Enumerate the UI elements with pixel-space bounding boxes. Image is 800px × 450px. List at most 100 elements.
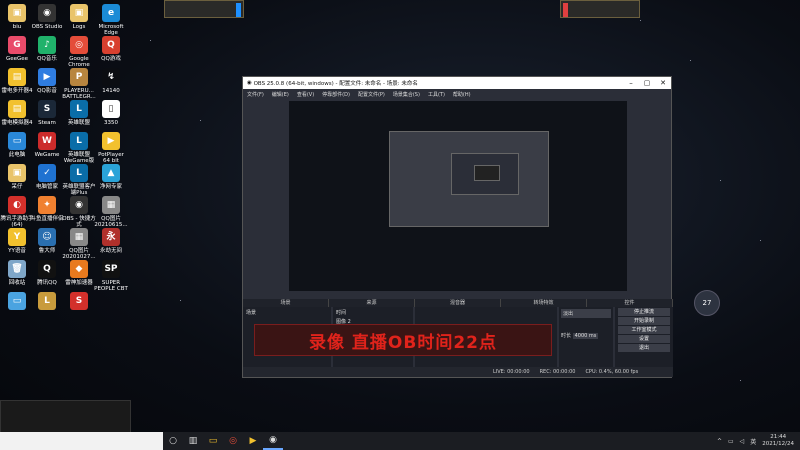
desktop-icon[interactable]: L 英雄联盟客户端Plus — [62, 164, 96, 196]
app-icon: Q — [102, 36, 120, 54]
volume-icon[interactable]: ◁ — [740, 438, 745, 445]
app-icon: S — [70, 292, 88, 310]
app-icon: Y — [8, 228, 26, 246]
desktop-icon[interactable]: ↯ 14140 — [94, 68, 128, 94]
desktop-icon[interactable]: 🗑 回收站 — [0, 260, 34, 286]
desktop-icon[interactable]: Y YY语音 — [0, 228, 34, 254]
desktop-icon[interactable]: ▣ 呆仔 — [0, 164, 34, 190]
desktop-icon[interactable]: ◐ 腾讯手游助手(64) — [0, 196, 34, 228]
dock-titles: 场景 来源 混音器 转场特效 控件 — [243, 299, 673, 307]
settings-button[interactable]: 设置 — [618, 335, 670, 343]
speed-widget[interactable]: 27 — [694, 290, 720, 316]
desktop-icon[interactable]: W WeGame — [30, 132, 64, 158]
desktop-icon[interactable]: ◎ Google Chrome — [62, 36, 96, 68]
desktop-icon[interactable]: S Steam — [30, 100, 64, 126]
desktop-icon-label: Google Chrome — [68, 56, 90, 68]
network-icon[interactable]: ▭ — [728, 438, 734, 445]
potplayer-icon[interactable]: ▶ — [243, 432, 263, 450]
desktop-icon[interactable]: e Microsoft Edge — [94, 4, 128, 36]
maximize-icon[interactable]: ▢ — [639, 79, 655, 87]
exit-button[interactable]: 退出 — [618, 344, 670, 352]
close-icon[interactable]: ✕ — [655, 79, 671, 87]
obs-preview[interactable] — [289, 101, 627, 291]
taskbar-app-1[interactable]: ▥ — [183, 432, 203, 450]
menu-item[interactable]: 编辑(E) — [272, 91, 289, 98]
app-icon: ↯ — [102, 68, 120, 86]
app-icon: ☺ — [38, 228, 56, 246]
clock[interactable]: 21:44 2021/12/24 — [762, 434, 794, 448]
desktop-icon[interactable]: ▦ QQ图片 20210615... — [94, 196, 128, 228]
desktop-icon[interactable]: ▭ — [0, 292, 34, 312]
ime-icon[interactable]: 英 — [750, 437, 756, 446]
desktop-icon[interactable]: ▤ 雷电多开器4 — [0, 68, 34, 94]
task-view-icon[interactable]: ○ — [163, 432, 183, 450]
obs-taskbar-icon[interactable]: ◉ — [263, 432, 283, 450]
desktop-icon[interactable]: L 英雄联盟 — [62, 100, 96, 126]
app-icon: ▶ — [38, 68, 56, 86]
nested-preview-3 — [474, 165, 500, 181]
file-explorer-icon[interactable]: ▭ — [203, 432, 223, 450]
desktop-icon[interactable]: ▯ 3350 — [94, 100, 128, 126]
app-icon: ✦ — [38, 196, 56, 214]
desktop-icon[interactable]: ✦ 斗鱼直播伴侣 — [30, 196, 64, 222]
tray-chevron-icon[interactable]: ^ — [717, 438, 722, 445]
app-icon: SP — [102, 260, 120, 278]
desktop-icon[interactable]: ▤ 雷电模拟器4 — [0, 100, 34, 126]
source-item-time[interactable]: 时间 — [333, 307, 413, 318]
hud-bar-left — [164, 0, 244, 18]
obs-titlebar[interactable]: ◉ OBS 25.0.8 (64-bit, windows) - 配置文件: 未… — [243, 77, 671, 89]
start-recording-button[interactable]: 开始录制 — [618, 317, 670, 325]
desktop-icon[interactable]: Q 腾讯QQ — [30, 260, 64, 286]
app-icon: e — [102, 4, 120, 22]
minimize-icon[interactable]: – — [623, 79, 639, 87]
menu-item[interactable]: 文件(F) — [247, 91, 264, 98]
app-icon: ▲ — [102, 164, 120, 182]
desktop-icon[interactable]: ▶ PotPlayer 64 bit — [94, 132, 128, 164]
desktop-icon-label: 英雄联盟 — [67, 120, 90, 126]
menu-item[interactable]: 配置文件(P) — [358, 91, 385, 98]
desktop-icon[interactable]: ◉ OBS Studio — [30, 4, 64, 30]
desktop-icon[interactable]: S — [62, 292, 96, 312]
menu-item[interactable]: 帮助(H) — [453, 91, 471, 98]
desktop-icon-label: 14140 — [102, 88, 120, 94]
desktop-icon[interactable]: ◆ 雷神加速器 — [62, 260, 96, 286]
transitions-dock[interactable]: 淡出 时长 4000 ms — [559, 307, 613, 369]
desktop-icon[interactable]: 永永劫无间 — [94, 228, 128, 254]
chrome-icon[interactable]: ◎ — [223, 432, 243, 450]
menu-item[interactable]: 场景集合(S) — [393, 91, 420, 98]
app-icon: 🗑 — [8, 260, 26, 278]
desktop-icon[interactable]: ▣ Logs — [62, 4, 96, 30]
desktop-icon[interactable]: SP SUPER PEOPLE CBT — [94, 260, 128, 292]
clock-time: 21:44 — [770, 434, 787, 440]
duration-value[interactable]: 4000 ms — [572, 333, 599, 339]
menu-item[interactable]: 查看(V) — [297, 91, 314, 98]
desktop-icon[interactable]: Q QQ游戏 — [94, 36, 128, 62]
desktop-icon[interactable]: G GeeGee — [0, 36, 34, 62]
desktop-icon[interactable]: ▲ 净网专家 — [94, 164, 128, 190]
desktop-icon[interactable]: P PLAYERU... BATTLEGR... — [62, 68, 96, 100]
desktop-icon[interactable]: ◉ OBS - 快捷方式 — [62, 196, 96, 228]
hud-bar-right — [560, 0, 640, 18]
scene-item[interactable]: 场景 — [243, 307, 331, 318]
desktop-icon[interactable]: ♪ QQ音乐 — [30, 36, 64, 62]
menu-item[interactable]: 停靠部件(D) — [322, 91, 350, 98]
search-box[interactable] — [0, 432, 163, 450]
desktop-icon[interactable]: ☺ 鲁大师 — [30, 228, 64, 254]
widget-value: 27 — [702, 299, 712, 307]
studio-mode-button[interactable]: 工作室模式 — [618, 326, 670, 334]
desktop-icon[interactable]: ▶ QQ影音 — [30, 68, 64, 94]
stop-stream-button[interactable]: 停止推流 — [618, 308, 670, 316]
desktop-icon-label: GeeGee — [5, 56, 29, 62]
desktop-icon[interactable]: ▣ biu — [0, 4, 34, 30]
app-icon: ▯ — [102, 100, 120, 118]
desktop-icon-label: 雷电多开器4 — [1, 88, 33, 94]
desktop-icon-label: QQ图片 20210615... — [94, 216, 128, 228]
menu-item[interactable]: 工具(T) — [428, 91, 445, 98]
desktop-icon[interactable]: L — [30, 292, 64, 312]
desktop-icon[interactable]: ▭ 此电脑 — [0, 132, 34, 158]
app-icon: ▣ — [70, 4, 88, 22]
desktop-icon[interactable]: L 英雄联盟 WeGame版 — [62, 132, 96, 164]
desktop-icon[interactable]: ✓ 电脑管家 — [30, 164, 64, 190]
transition-select[interactable]: 淡出 — [561, 309, 611, 318]
desktop-icon[interactable]: ▦ QQ图片 20201027... — [62, 228, 96, 260]
